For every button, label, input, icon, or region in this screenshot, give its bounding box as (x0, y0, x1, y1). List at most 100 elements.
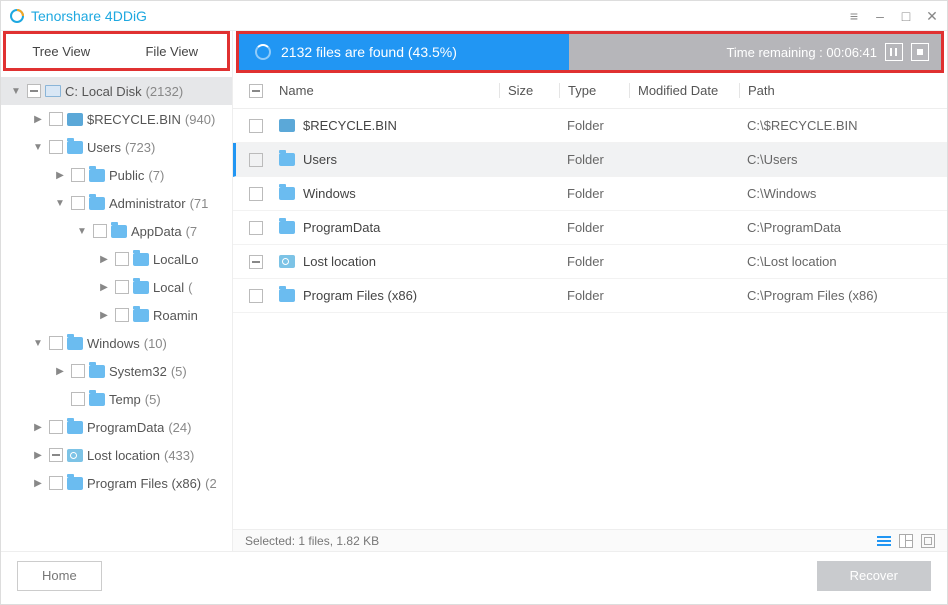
tree-item[interactable]: ▶System32 (5) (1, 357, 232, 385)
column-size[interactable]: Size (499, 83, 559, 98)
folder-icon (279, 221, 295, 234)
status-bar: Selected: 1 files, 1.82 KB (233, 529, 947, 551)
tree-item[interactable]: ▶ LocalLo (1, 245, 232, 273)
close-button[interactable]: ✕ (925, 9, 939, 23)
tree-item[interactable]: ▼C: Local Disk (2132) (1, 77, 232, 105)
home-button[interactable]: Home (17, 561, 102, 591)
expand-arrow-icon[interactable]: ▶ (53, 170, 67, 181)
file-row[interactable]: Lost locationFolderC:\Lost location (233, 245, 947, 279)
tree-item[interactable]: ▼Windows (10) (1, 329, 232, 357)
expand-arrow-icon[interactable]: ▼ (31, 142, 45, 153)
folder-icon (279, 255, 295, 268)
expand-arrow-icon[interactable]: ▶ (53, 366, 67, 377)
tree-item[interactable]: ▼AppData (7 (1, 217, 232, 245)
file-row[interactable]: Program Files (x86)FolderC:\Program File… (233, 279, 947, 313)
tree-count: (7 (186, 224, 198, 239)
tree-checkbox[interactable] (71, 196, 85, 210)
file-name: ProgramData (303, 220, 499, 235)
footer: Home Recover (1, 551, 947, 599)
tree-checkbox[interactable] (93, 224, 107, 238)
expand-arrow-icon[interactable]: ▼ (75, 226, 89, 237)
stop-button[interactable] (911, 43, 929, 61)
expand-arrow-icon[interactable]: ▶ (97, 310, 111, 321)
tree-item[interactable]: ▶ProgramData (24) (1, 413, 232, 441)
view-list-icon[interactable] (877, 534, 891, 548)
view-detail-icon[interactable] (921, 534, 935, 548)
tree-count: (433) (164, 448, 194, 463)
column-path[interactable]: Path (739, 83, 939, 98)
expand-arrow-icon[interactable]: ▶ (31, 114, 45, 125)
tree-item[interactable]: ▼Users (723) (1, 133, 232, 161)
expand-arrow-icon[interactable]: ▶ (31, 450, 45, 461)
pause-button[interactable] (885, 43, 903, 61)
file-checkbox[interactable] (249, 119, 263, 133)
tree-count: ( (188, 280, 192, 295)
file-checkbox[interactable] (249, 289, 263, 303)
tree-item[interactable]: ▶Lost location (433) (1, 441, 232, 469)
tree-checkbox[interactable] (71, 168, 85, 182)
file-type: Folder (559, 288, 629, 303)
expand-arrow-icon[interactable]: ▼ (9, 86, 23, 97)
file-row[interactable]: ProgramDataFolderC:\ProgramData (233, 211, 947, 245)
tree-checkbox[interactable] (49, 140, 63, 154)
file-row[interactable]: UsersFolderC:\Users (233, 143, 947, 177)
view-grid-icon[interactable] (899, 534, 913, 548)
tab-tree-view[interactable]: Tree View (6, 34, 117, 68)
maximize-button[interactable]: □ (899, 9, 913, 23)
file-type: Folder (559, 254, 629, 269)
tree-item[interactable]: Temp (5) (1, 385, 232, 413)
tree-checkbox[interactable] (115, 280, 129, 294)
minimize-button[interactable]: – (873, 9, 887, 23)
expand-arrow-icon[interactable]: ▶ (97, 282, 111, 293)
column-modified[interactable]: Modified Date (629, 83, 739, 98)
file-checkbox[interactable] (249, 255, 263, 269)
tree-checkbox[interactable] (49, 420, 63, 434)
tree-item[interactable]: ▶Local ( (1, 273, 232, 301)
column-type[interactable]: Type (559, 83, 629, 98)
folder-icon (67, 141, 83, 154)
tree-count: (5) (171, 364, 187, 379)
tree-label: LocalLo (153, 252, 199, 267)
folder-tree[interactable]: ▼C: Local Disk (2132)▶$RECYCLE.BIN (940)… (1, 71, 232, 551)
expand-arrow-icon[interactable]: ▶ (97, 254, 111, 265)
tree-item[interactable]: ▶$RECYCLE.BIN (940) (1, 105, 232, 133)
menu-icon[interactable]: ≡ (847, 9, 861, 23)
file-checkbox[interactable] (249, 221, 263, 235)
recover-button[interactable]: Recover (817, 561, 931, 591)
file-row[interactable]: $RECYCLE.BINFolderC:\$RECYCLE.BIN (233, 109, 947, 143)
folder-icon (67, 113, 83, 126)
expand-arrow-icon[interactable]: ▼ (31, 338, 45, 349)
tree-checkbox[interactable] (115, 252, 129, 266)
tree-item[interactable]: ▼Administrator (71 (1, 189, 232, 217)
expand-arrow-icon[interactable]: ▶ (31, 478, 45, 489)
file-checkbox[interactable] (249, 153, 263, 167)
scan-status-text: 2132 files are found (43.5%) (281, 44, 457, 60)
file-list[interactable]: $RECYCLE.BINFolderC:\$RECYCLE.BINUsersFo… (233, 109, 947, 529)
tree-checkbox[interactable] (27, 84, 41, 98)
tab-file-view[interactable]: File View (117, 34, 228, 68)
tree-checkbox[interactable] (49, 476, 63, 490)
file-checkbox[interactable] (249, 187, 263, 201)
file-row[interactable]: WindowsFolderC:\Windows (233, 177, 947, 211)
tree-item[interactable]: ▶Public (7) (1, 161, 232, 189)
selection-status: Selected: 1 files, 1.82 KB (245, 534, 877, 548)
expand-arrow-icon[interactable]: ▼ (53, 198, 67, 209)
expand-arrow-icon[interactable]: ▶ (31, 422, 45, 433)
tree-item[interactable]: ▶Roamin (1, 301, 232, 329)
tree-checkbox[interactable] (49, 336, 63, 350)
tree-checkbox[interactable] (115, 308, 129, 322)
folder-icon (133, 309, 149, 322)
tree-label: Administrator (109, 196, 186, 211)
tree-checkbox[interactable] (71, 392, 85, 406)
tree-checkbox[interactable] (49, 448, 63, 462)
folder-icon (89, 393, 105, 406)
file-path: C:\Program Files (x86) (739, 288, 939, 303)
tree-checkbox[interactable] (49, 112, 63, 126)
file-name: Windows (303, 186, 499, 201)
select-all-checkbox[interactable] (249, 84, 263, 98)
spinner-icon (255, 44, 271, 60)
tree-checkbox[interactable] (71, 364, 85, 378)
tree-item[interactable]: ▶Program Files (x86) (2 (1, 469, 232, 497)
column-name[interactable]: Name (279, 83, 499, 98)
view-tabs: Tree View File View (3, 31, 230, 71)
